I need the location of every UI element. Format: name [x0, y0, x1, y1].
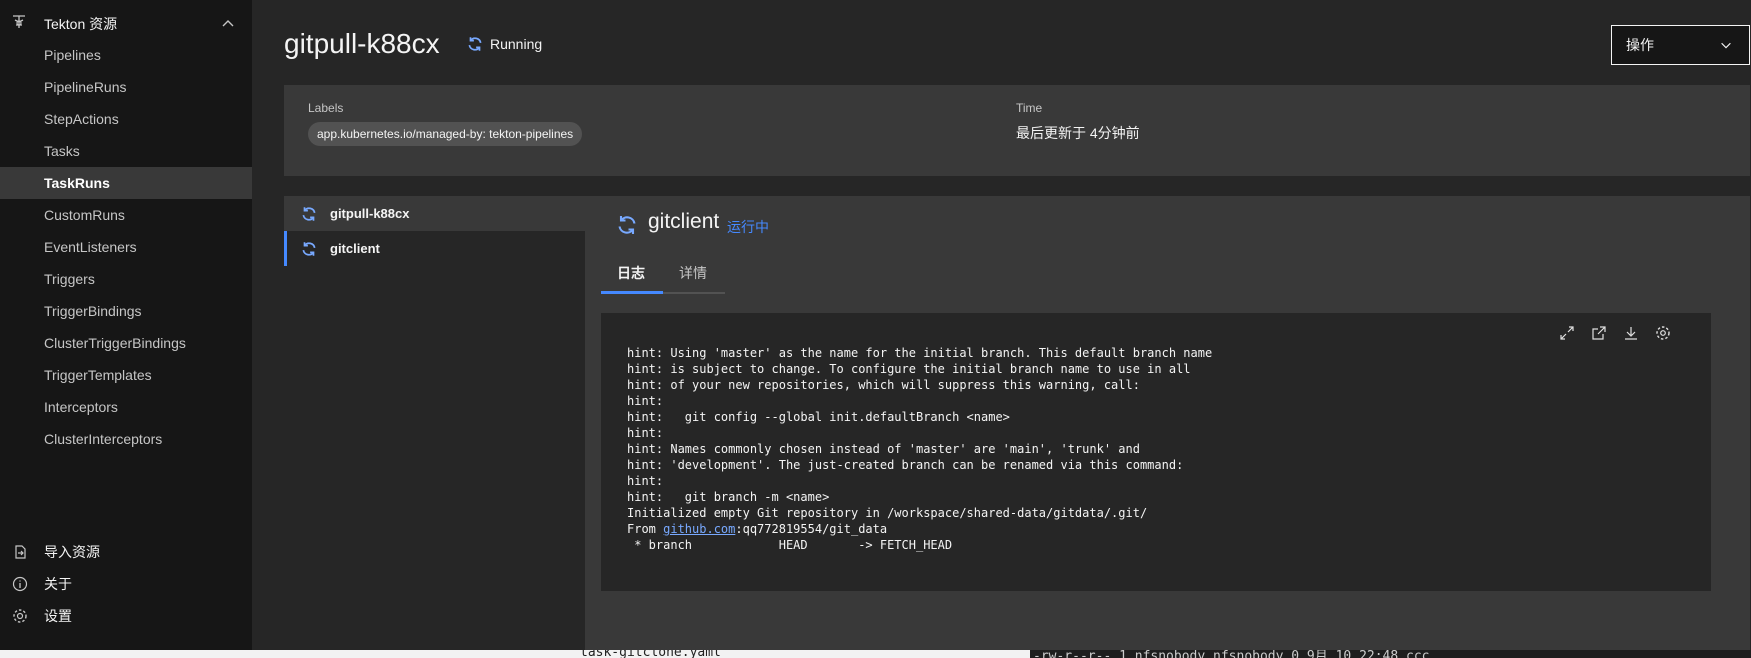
time-heading: Time: [1016, 101, 1043, 115]
run-panel: gitpull-k88cx gitclient gitclient 运行中 日志…: [284, 196, 1750, 650]
background-terminal: -rw-r--r-- 1 nfsnobody nfsnobody 0 9月 10…: [1030, 650, 1751, 658]
sidebar-section-header[interactable]: Tekton 资源: [0, 8, 252, 38]
task-row-pipeline[interactable]: gitpull-k88cx: [284, 196, 585, 231]
sidebar-item-eventlisteners[interactable]: EventListeners: [0, 232, 252, 262]
metadata-panel: Labels app.kubernetes.io/managed-by: tek…: [284, 85, 1750, 176]
tekton-icon: [13, 15, 25, 28]
chevron-up-icon[interactable]: [220, 16, 236, 32]
sidebar-item-triggertemplates[interactable]: TriggerTemplates: [0, 360, 252, 390]
tab-logs[interactable]: 日志: [601, 260, 663, 294]
running-icon: [618, 216, 636, 234]
chevron-down-icon: [1721, 42, 1731, 49]
sidebar-item-customruns[interactable]: CustomRuns: [0, 200, 252, 230]
log-output: hint: Using 'master' as the name for the…: [627, 345, 1212, 553]
time-value: 最后更新于 4分钟前: [1016, 125, 1140, 141]
background-window-strip: task-gitclone.yaml -rw-r--r-- 1 nfsnobod…: [0, 650, 1751, 658]
open-external-icon[interactable]: [1583, 323, 1615, 343]
sidebar-item-settings[interactable]: 设置: [0, 601, 252, 631]
task-detail-title: gitclient: [648, 210, 720, 233]
actions-label: 操作: [1626, 37, 1654, 53]
sidebar-item-triggerbindings[interactable]: TriggerBindings: [0, 296, 252, 326]
page-title: gitpull-k88cx: [284, 28, 440, 59]
run-status: Running: [466, 35, 542, 53]
run-status-label: Running: [490, 36, 543, 52]
task-name: gitpull-k88cx: [330, 206, 410, 221]
task-tree-empty-area: [284, 266, 585, 650]
sidebar-item-stepactions[interactable]: StepActions: [0, 104, 252, 134]
sidebar: Tekton 资源 Pipelines PipelineRuns StepAct…: [0, 0, 252, 650]
settings-icon[interactable]: [1647, 323, 1679, 343]
sidebar-item-about[interactable]: 关于: [0, 569, 252, 599]
log-link[interactable]: github.com: [663, 522, 735, 536]
background-filename: task-gitclone.yaml: [580, 650, 721, 658]
about-label: 关于: [44, 576, 72, 592]
log-toolbar: [1551, 323, 1679, 343]
tab-details[interactable]: 详情: [663, 260, 725, 294]
running-icon: [302, 207, 316, 221]
running-icon: [468, 37, 482, 51]
background-terminal-text: -rw-r--r-- 1 nfsnobody nfsnobody 0 9月 10…: [1033, 650, 1430, 658]
import-icon: [15, 545, 26, 559]
sidebar-item-pipelineruns[interactable]: PipelineRuns: [0, 72, 252, 102]
settings-label: 设置: [44, 608, 72, 624]
settings-icon: [13, 609, 27, 623]
actions-dropdown[interactable]: 操作: [1611, 25, 1750, 65]
task-name: gitclient: [330, 241, 380, 256]
task-row-gitclient[interactable]: gitclient: [284, 231, 585, 266]
sidebar-item-tasks[interactable]: Tasks: [0, 136, 252, 166]
sidebar-item-clusterinterceptors[interactable]: ClusterInterceptors: [0, 424, 252, 454]
import-label: 导入资源: [44, 544, 100, 560]
sidebar-item-pipelines[interactable]: Pipelines: [0, 40, 252, 70]
sidebar-item-triggers[interactable]: Triggers: [0, 264, 252, 294]
sidebar-item-interceptors[interactable]: Interceptors: [0, 392, 252, 422]
task-tree: gitpull-k88cx gitclient: [284, 196, 585, 266]
main-content: gitpull-k88cx Running 操作 Labels app.kube…: [252, 0, 1751, 650]
download-icon[interactable]: [1615, 323, 1647, 343]
sidebar-item-taskruns[interactable]: TaskRuns: [0, 167, 252, 199]
log-viewer: hint: Using 'master' as the name for the…: [601, 313, 1711, 591]
log-lines: hint: Using 'master' as the name for the…: [627, 346, 1213, 536]
label-tag: app.kubernetes.io/managed-by: tekton-pip…: [308, 122, 583, 146]
info-icon: [12, 576, 28, 592]
maximize-icon[interactable]: [1551, 323, 1583, 343]
labels-heading: Labels: [308, 101, 344, 115]
running-icon: [302, 242, 316, 256]
sidebar-item-clustertriggerbindings[interactable]: ClusterTriggerBindings: [0, 328, 252, 358]
task-detail: gitclient 运行中 日志 详情 hint: Using 'master'…: [585, 196, 1750, 650]
sidebar-title: Tekton 资源: [44, 16, 118, 32]
sidebar-item-import[interactable]: 导入资源: [0, 537, 252, 567]
task-detail-status: 运行中: [727, 219, 769, 235]
